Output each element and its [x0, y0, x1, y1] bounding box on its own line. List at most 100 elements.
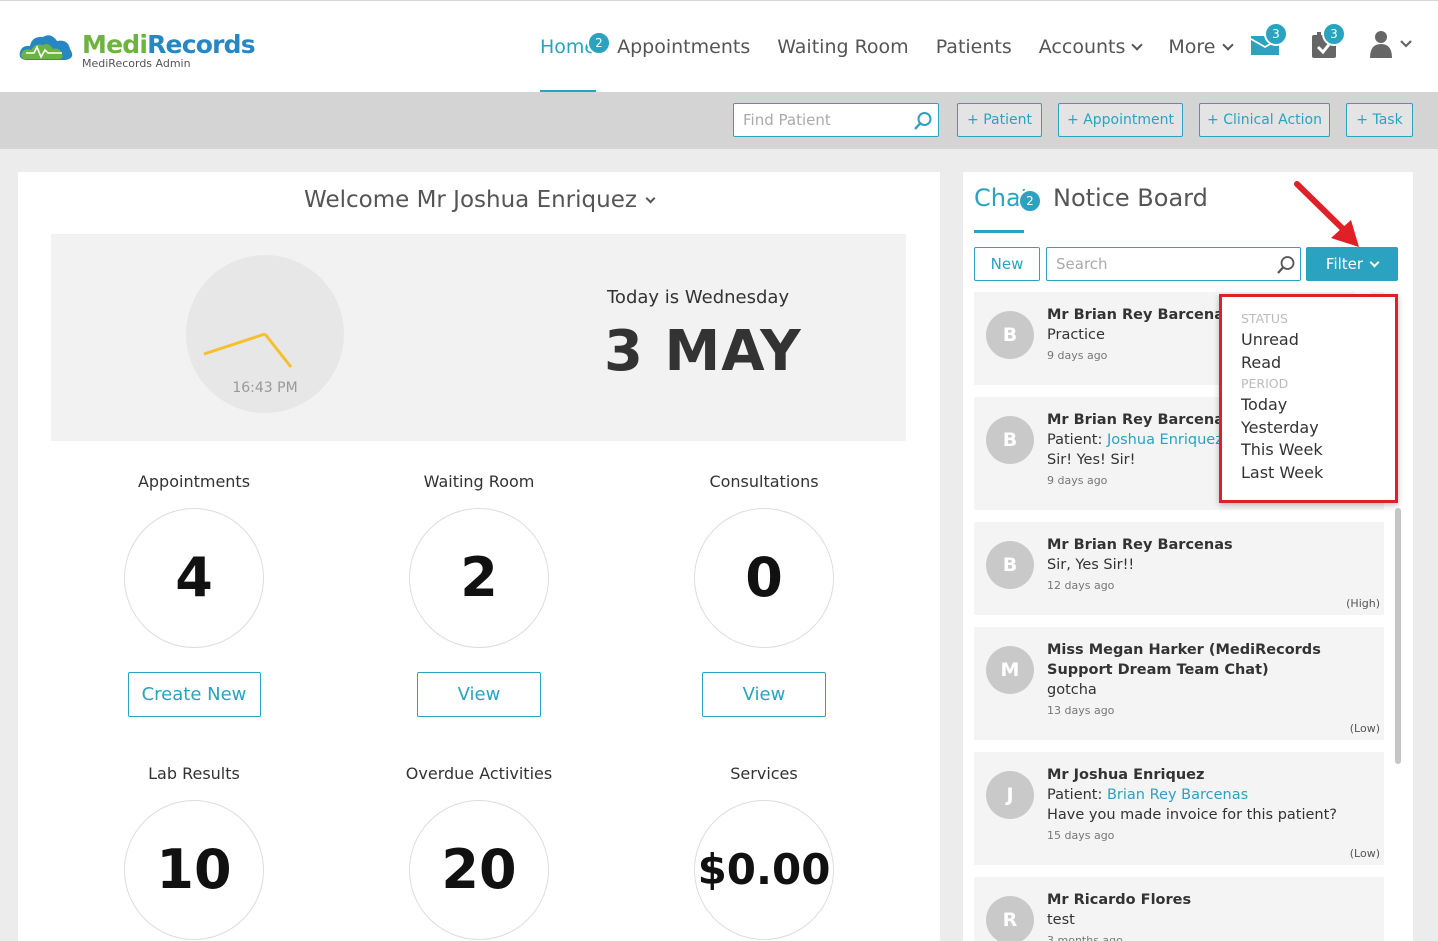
- stat-value: 10: [124, 800, 264, 940]
- tab-notice-board[interactable]: Notice Board: [1053, 184, 1208, 212]
- date-time-card: 16:43 PM Today is Wednesday 3 MAY: [51, 234, 906, 441]
- period-heading: PERIOD: [1241, 376, 1289, 391]
- welcome-menu[interactable]: Welcome Mr Joshua Enriquez: [18, 187, 940, 213]
- message-patient: Patient: Brian Rey Barcenas: [1047, 787, 1249, 803]
- stat-overdue-activities: Overdue Activities 20: [359, 764, 599, 940]
- dashboard-panel: Welcome Mr Joshua Enriquez 16:43 PM Toda…: [18, 172, 940, 941]
- add-clinical-action-button[interactable]: + Clinical Action: [1199, 103, 1330, 137]
- find-patient-input[interactable]: [733, 103, 939, 137]
- stat-label: Waiting Room: [423, 472, 535, 491]
- stat-appointments: Appointments 4 Create New: [74, 472, 314, 717]
- sender-name: Mr Ricardo Flores: [1047, 892, 1192, 908]
- chat-message[interactable]: J Mr Joshua Enriquez Patient: Brian Rey …: [974, 752, 1384, 865]
- sender-name: Mr Joshua Enriquez: [1047, 767, 1205, 783]
- status-heading: STATUS: [1241, 311, 1288, 326]
- filter-read[interactable]: Read: [1241, 352, 1395, 375]
- annotation-arrow-icon: [1294, 181, 1359, 247]
- filter-this-week[interactable]: This Week: [1241, 439, 1395, 462]
- view-consultations-button[interactable]: View: [702, 672, 826, 717]
- dropdown-pointer: [1354, 283, 1372, 294]
- nav-home[interactable]: Home 2: [540, 1, 611, 93]
- active-tab-indicator: [974, 230, 1024, 233]
- chat-badge: 2: [1018, 189, 1042, 213]
- new-chat-button[interactable]: New: [974, 247, 1040, 281]
- chevron-down-icon: [645, 193, 656, 204]
- today-date: 3 MAY: [604, 319, 802, 384]
- cloud-logo-icon: [19, 35, 73, 60]
- user-icon[interactable]: [1368, 29, 1414, 59]
- stat-value: 2: [409, 508, 549, 648]
- chevron-down-icon: [1131, 39, 1144, 51]
- stat-value: 4: [124, 508, 264, 648]
- mail-badge: 3: [1264, 22, 1288, 46]
- stat-value: 0: [694, 508, 834, 648]
- message-time: 3 months ago: [1047, 934, 1123, 941]
- search-icon[interactable]: [913, 111, 933, 131]
- top-navbar: MediRecords MediRecords Admin Home 2 App…: [0, 0, 1438, 93]
- clock-time: 16:43 PM: [232, 380, 298, 396]
- avatar: R: [986, 896, 1034, 941]
- add-appointment-button[interactable]: + Appointment: [1058, 103, 1183, 137]
- stat-consultations: Consultations 0 View: [644, 472, 884, 717]
- stat-label: Overdue Activities: [405, 764, 553, 783]
- view-waiting-room-button[interactable]: View: [417, 672, 541, 717]
- chat-search-input[interactable]: [1046, 247, 1301, 281]
- message-text: Have you made invoice for this patient?: [1047, 807, 1338, 823]
- stat-value: $0.00: [694, 800, 834, 940]
- analog-clock: 16:43 PM: [186, 255, 344, 413]
- create-new-appointment-button[interactable]: Create New: [127, 672, 261, 717]
- chevron-down-icon: [1221, 39, 1234, 51]
- stat-label: Services: [730, 764, 798, 783]
- nav-patients[interactable]: Patients: [936, 1, 1012, 93]
- tab-chat[interactable]: Chat 2: [974, 184, 1042, 213]
- chevron-down-icon: [1369, 257, 1380, 268]
- message-time: 15 days ago: [1047, 829, 1115, 842]
- chat-panel: Chat 2 Notice Board New Filter B Mr Bria…: [963, 172, 1413, 941]
- avatar: M: [986, 646, 1034, 694]
- chat-message[interactable]: M Miss Megan Harker (MediRecords Support…: [974, 627, 1384, 740]
- sender-name: Mr Brian Rey Barcenas: [1047, 537, 1233, 553]
- nav-accounts[interactable]: Accounts: [1039, 1, 1144, 93]
- filter-unread[interactable]: Unread: [1241, 329, 1395, 352]
- message-text: gotcha: [1047, 682, 1097, 698]
- avatar: B: [986, 541, 1034, 589]
- message-time: 12 days ago: [1047, 579, 1115, 592]
- priority-label: (High): [1346, 597, 1380, 610]
- avatar: B: [986, 416, 1034, 464]
- message-time: 13 days ago: [1047, 704, 1115, 717]
- today-label: Today is Wednesday: [607, 287, 790, 308]
- search-icon[interactable]: [1276, 255, 1296, 275]
- nav-more[interactable]: More: [1168, 1, 1234, 93]
- avatar: J: [986, 771, 1034, 819]
- patient-link[interactable]: Brian Rey Barcenas: [1107, 787, 1248, 803]
- add-task-button[interactable]: + Task: [1346, 103, 1413, 137]
- chat-message[interactable]: R Mr Ricardo Flores test 3 months ago: [974, 877, 1384, 941]
- action-bar: + Patient + Appointment + Clinical Actio…: [0, 92, 1438, 149]
- patient-link[interactable]: Joshua Enriquez: [1107, 432, 1223, 448]
- message-text: test: [1047, 912, 1075, 928]
- priority-label: (Low): [1349, 847, 1380, 860]
- stat-label: Lab Results: [148, 764, 240, 783]
- chat-scrollbar[interactable]: [1395, 508, 1401, 764]
- stat-services: Services $0.00: [644, 764, 884, 940]
- nav-home-badge: 2: [587, 31, 611, 55]
- filter-dropdown-menu: STATUS Unread Read PERIOD Today Yesterda…: [1219, 294, 1398, 503]
- add-patient-button[interactable]: + Patient: [957, 103, 1042, 137]
- filter-today[interactable]: Today: [1241, 394, 1395, 417]
- sender-name: Miss Megan Harker (MediRecords Support D…: [1047, 642, 1321, 678]
- brand-name: MediRecords: [82, 30, 256, 59]
- main-nav: Home 2 Appointments Waiting Room Patient…: [540, 1, 1259, 93]
- tasks-badge: 3: [1322, 22, 1346, 46]
- nav-waiting-room[interactable]: Waiting Room: [777, 1, 908, 93]
- priority-label: (Low): [1349, 722, 1380, 735]
- filter-yesterday[interactable]: Yesterday: [1241, 417, 1395, 440]
- stat-lab-results: Lab Results 10: [74, 764, 314, 940]
- stat-label: Consultations: [709, 472, 819, 491]
- chat-message[interactable]: B Mr Brian Rey Barcenas Sir, Yes Sir!! 1…: [974, 522, 1384, 615]
- brand-subtitle: MediRecords Admin: [82, 57, 191, 70]
- stat-label: Appointments: [137, 472, 251, 491]
- stat-waiting-room: Waiting Room 2 View: [359, 472, 599, 717]
- message-text: Sir, Yes Sir!!: [1047, 557, 1135, 573]
- filter-last-week[interactable]: Last Week: [1241, 462, 1395, 485]
- nav-appointments[interactable]: Appointments: [617, 1, 750, 93]
